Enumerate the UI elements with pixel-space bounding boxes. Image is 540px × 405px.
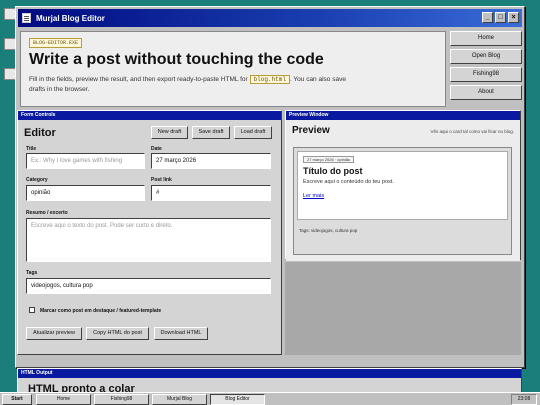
maximize-button[interactable]: □	[495, 12, 506, 23]
new-draft-button[interactable]: New draft	[151, 126, 188, 139]
preview-window-panel: Preview Window Preview Vês aqui o card t…	[285, 110, 521, 261]
hero-description: Fill in the fields, preview the result, …	[29, 75, 359, 95]
taskbar-item-home[interactable]: Home	[36, 394, 91, 405]
copy-html-button[interactable]: Copy HTML do post	[86, 327, 149, 340]
code-filename: blog.html	[249, 75, 290, 84]
card-meta-badge: 27 março 2026 · opinião	[303, 156, 355, 163]
title-label: Title	[26, 146, 37, 152]
start-button[interactable]: Start	[2, 394, 32, 405]
workspace-background	[285, 262, 521, 355]
window-titlebar[interactable]: Murjal Blog Editor _ □ ×	[18, 9, 522, 27]
title-input[interactable]: Ex.: Why I love games with fishing	[26, 153, 145, 169]
post-link-input[interactable]: #	[151, 185, 271, 201]
preview-hint: Vês aqui o card tal como vai ficar no bl…	[430, 129, 514, 134]
load-draft-button[interactable]: Load draft	[234, 126, 272, 139]
taskbar-item-blog-editor[interactable]: Blog Editor	[210, 394, 265, 405]
notepad-icon	[22, 13, 31, 23]
tags-label: Tags	[26, 270, 38, 276]
category-input[interactable]: opinião	[26, 185, 145, 201]
card-tags: Tags: videojogos, cultura pop	[299, 228, 358, 233]
update-preview-button[interactable]: Atualizar preview	[26, 327, 82, 340]
taskbar-item-fishing98[interactable]: Fishing98	[94, 394, 149, 405]
panel-title: HTML Output	[18, 369, 521, 378]
minimize-button[interactable]: _	[482, 12, 493, 23]
card-text: Escreve aqui o conteúdo do teu post.	[303, 179, 394, 185]
nav-home-button[interactable]: Home	[450, 31, 522, 46]
hero-desc-text: Fill in the fields, preview the result, …	[29, 76, 248, 83]
save-draft-button[interactable]: Save draft	[192, 126, 230, 139]
hero-section: BLOG-EDITOR.EXE Write a post without tou…	[20, 31, 446, 107]
hero-title: Write a post without touching the code	[29, 51, 324, 68]
read-more-link[interactable]: Ler mais	[303, 193, 502, 199]
card-title: Título do post	[303, 166, 363, 176]
nav-about-button[interactable]: About	[450, 85, 522, 100]
form-controls-panel: Form Controls Editor New draft Save draf…	[17, 110, 282, 355]
category-label: Category	[26, 177, 48, 183]
tags-input[interactable]: videojogos, cultura pop	[26, 278, 271, 294]
taskbar: Start Home Fishing98 Murjal Blog Blog Ed…	[0, 392, 540, 405]
panel-title: Form Controls	[18, 111, 281, 120]
app-tag: BLOG-EDITOR.EXE	[29, 38, 83, 48]
featured-checkbox[interactable]	[29, 307, 35, 313]
summary-label: Resumo / excerto	[26, 210, 68, 216]
taskbar-clock: 23:08	[511, 394, 537, 405]
nav-fishing98-button[interactable]: Fishing98	[450, 67, 522, 82]
taskbar-item-murjal-blog[interactable]: Murjal Blog	[152, 394, 207, 405]
window-title: Murjal Blog Editor	[36, 13, 105, 23]
panel-title: Preview Window	[286, 111, 520, 120]
post-link-label: Post link	[151, 177, 172, 183]
side-navigation: Home Open Blog Fishing98 About	[450, 31, 522, 103]
nav-open-blog-button[interactable]: Open Blog	[450, 49, 522, 64]
date-label: Date	[151, 146, 162, 152]
close-button[interactable]: ×	[508, 12, 519, 23]
editor-heading: Editor	[24, 127, 56, 139]
download-html-button[interactable]: Download HTML	[154, 327, 208, 340]
date-input[interactable]: 27 março 2026	[151, 153, 271, 169]
summary-textarea[interactable]: Escreve aqui o texto do post. Pode ser c…	[26, 218, 271, 262]
featured-label: Marcar como post em destaque / featured-…	[40, 308, 162, 314]
post-card: 27 março 2026 · opinião Título do post E…	[293, 147, 512, 255]
preview-heading: Preview	[292, 125, 330, 136]
